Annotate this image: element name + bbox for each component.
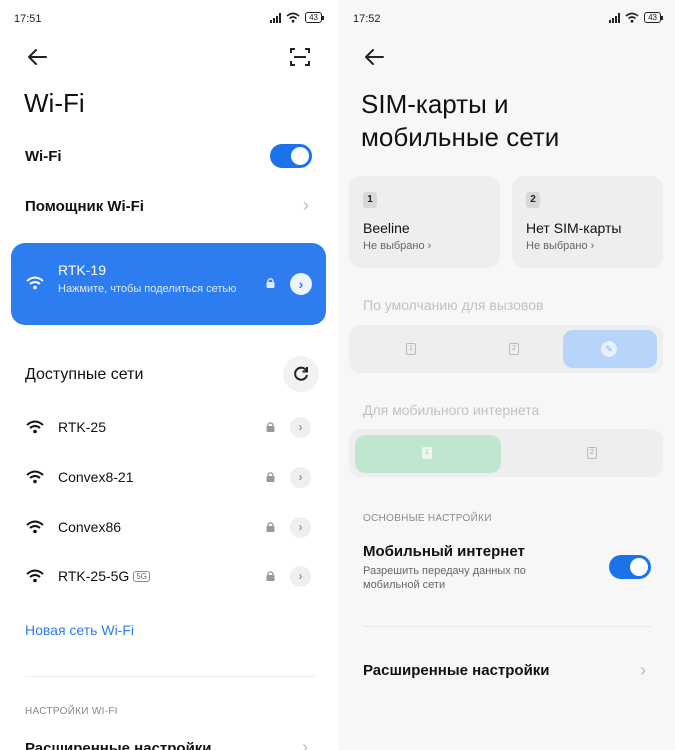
chevron-right-icon: ›: [640, 660, 646, 680]
sim-slot-badge: 1: [363, 192, 377, 208]
mobile-data-subtitle: Разрешить передачу данных по мобильной с…: [363, 565, 526, 591]
data-option-sim2[interactable]: 2: [540, 429, 644, 477]
calls-default-label: По умолчанию для вызовов: [363, 297, 544, 313]
network-item[interactable]: RTK-25-5G 5G ›: [0, 557, 336, 597]
refresh-icon: [294, 366, 308, 381]
sim-carrier: Нет SIM-карты: [526, 220, 622, 236]
page-title: Wi-Fi: [24, 88, 85, 118]
lock-icon: [266, 522, 275, 532]
network-details-button[interactable]: ›: [290, 273, 312, 295]
back-arrow-icon[interactable]: [25, 47, 51, 67]
battery-icon: 43: [644, 12, 663, 23]
edit-icon: ✎: [601, 341, 617, 357]
network-name: RTK-25: [58, 419, 106, 435]
band-badge: 5G: [133, 571, 150, 582]
network-item[interactable]: Convex86 ›: [0, 508, 336, 548]
connected-network-subtitle: Нажмите, чтобы поделиться сетью: [58, 283, 237, 295]
calls-option-sim1[interactable]: 1: [359, 325, 463, 373]
data-option-sim1[interactable]: 1: [355, 435, 501, 473]
calls-option-ask[interactable]: ✎: [563, 330, 657, 368]
advanced-settings-item[interactable]: Расширенные настройки: [363, 662, 550, 679]
connected-network-card[interactable]: RTK-19 Нажмите, чтобы поделиться сетью ›: [11, 243, 326, 325]
mobile-data-toggle[interactable]: [609, 555, 651, 579]
signal-icon: [270, 12, 282, 23]
lock-icon: [266, 472, 275, 482]
data-sim-selector: 1 2: [349, 429, 663, 477]
calls-sim-selector: 1 2 ✎: [349, 325, 663, 373]
available-networks-heading: Доступные сети: [25, 366, 144, 383]
network-name: RTK-25-5G 5G: [58, 568, 150, 584]
lock-icon: [266, 571, 275, 581]
mobile-data-sim-label: Для мобильного интернета: [363, 402, 540, 418]
sim-carrier: Beeline: [363, 220, 410, 236]
chevron-right-icon: ›: [302, 737, 308, 750]
wifi-icon: [26, 276, 44, 290]
wifi-icon: [26, 470, 44, 484]
section-heading: НАСТРОЙКИ WI-FI: [25, 706, 118, 717]
wifi-settings-screen: 17:51 43 Wi-Fi Wi-Fi Помощник Wi-Fi › RT…: [0, 0, 336, 750]
network-name: Convex8-21: [58, 469, 134, 485]
back-arrow-icon[interactable]: [362, 47, 388, 67]
network-item[interactable]: Convex8-21 ›: [0, 458, 336, 498]
section-heading: ОСНОВНЫЕ НАСТРОЙКИ: [363, 513, 492, 524]
network-details-button[interactable]: ›: [290, 417, 311, 438]
network-item[interactable]: RTK-25 ›: [0, 408, 336, 448]
divider: [25, 676, 315, 677]
add-network-link[interactable]: Новая сеть Wi-Fi: [25, 622, 134, 638]
wifi-status-icon: [625, 12, 639, 23]
calls-option-sim2[interactable]: 2: [462, 325, 566, 373]
network-details-button[interactable]: ›: [290, 517, 311, 538]
lock-icon: [266, 422, 275, 432]
connected-network-name: RTK-19: [58, 262, 106, 278]
wifi-icon: [26, 420, 44, 434]
sim-state: Не выбрано ›: [363, 240, 432, 252]
network-details-button[interactable]: ›: [290, 467, 311, 488]
mobile-data-title: Мобильный интернет: [363, 543, 525, 560]
status-bar: 17:51 43: [14, 12, 324, 28]
wifi-assistant-label[interactable]: Помощник Wi-Fi: [25, 198, 144, 215]
qr-scan-icon[interactable]: [289, 47, 311, 67]
network-details-button[interactable]: ›: [290, 566, 311, 587]
network-name: Convex86: [58, 519, 122, 535]
wifi-toggle-label: Wi-Fi: [25, 148, 62, 165]
sim-card-2[interactable]: 2 Нет SIM-карты Не выбрано ›: [512, 176, 663, 268]
divider: [363, 626, 651, 627]
sim-state: Не выбрано ›: [526, 240, 595, 252]
battery-icon: 43: [305, 12, 324, 23]
advanced-settings-item[interactable]: Расширенные настройки: [25, 740, 212, 750]
signal-icon: [609, 12, 621, 23]
wifi-icon: [26, 520, 44, 534]
refresh-button[interactable]: [283, 356, 319, 392]
sim-card-1[interactable]: 1 Beeline Не выбрано ›: [349, 176, 500, 268]
wifi-status-icon: [286, 12, 300, 23]
chevron-right-icon: ›: [303, 195, 309, 215]
status-time: 17:52: [353, 13, 381, 25]
wifi-toggle[interactable]: [270, 144, 312, 168]
sim-card-icon: 1: [422, 447, 432, 459]
wifi-icon: [26, 569, 44, 583]
status-time: 17:51: [14, 13, 42, 25]
sim-slot-badge: 2: [526, 192, 540, 208]
lock-icon: [266, 278, 275, 288]
status-bar: 17:52 43: [353, 12, 663, 28]
page-title: SIM-карты и мобильные сети: [361, 89, 560, 152]
sim-settings-screen: 17:52 43 SIM-карты и мобильные сети 1 Be…: [339, 0, 675, 750]
